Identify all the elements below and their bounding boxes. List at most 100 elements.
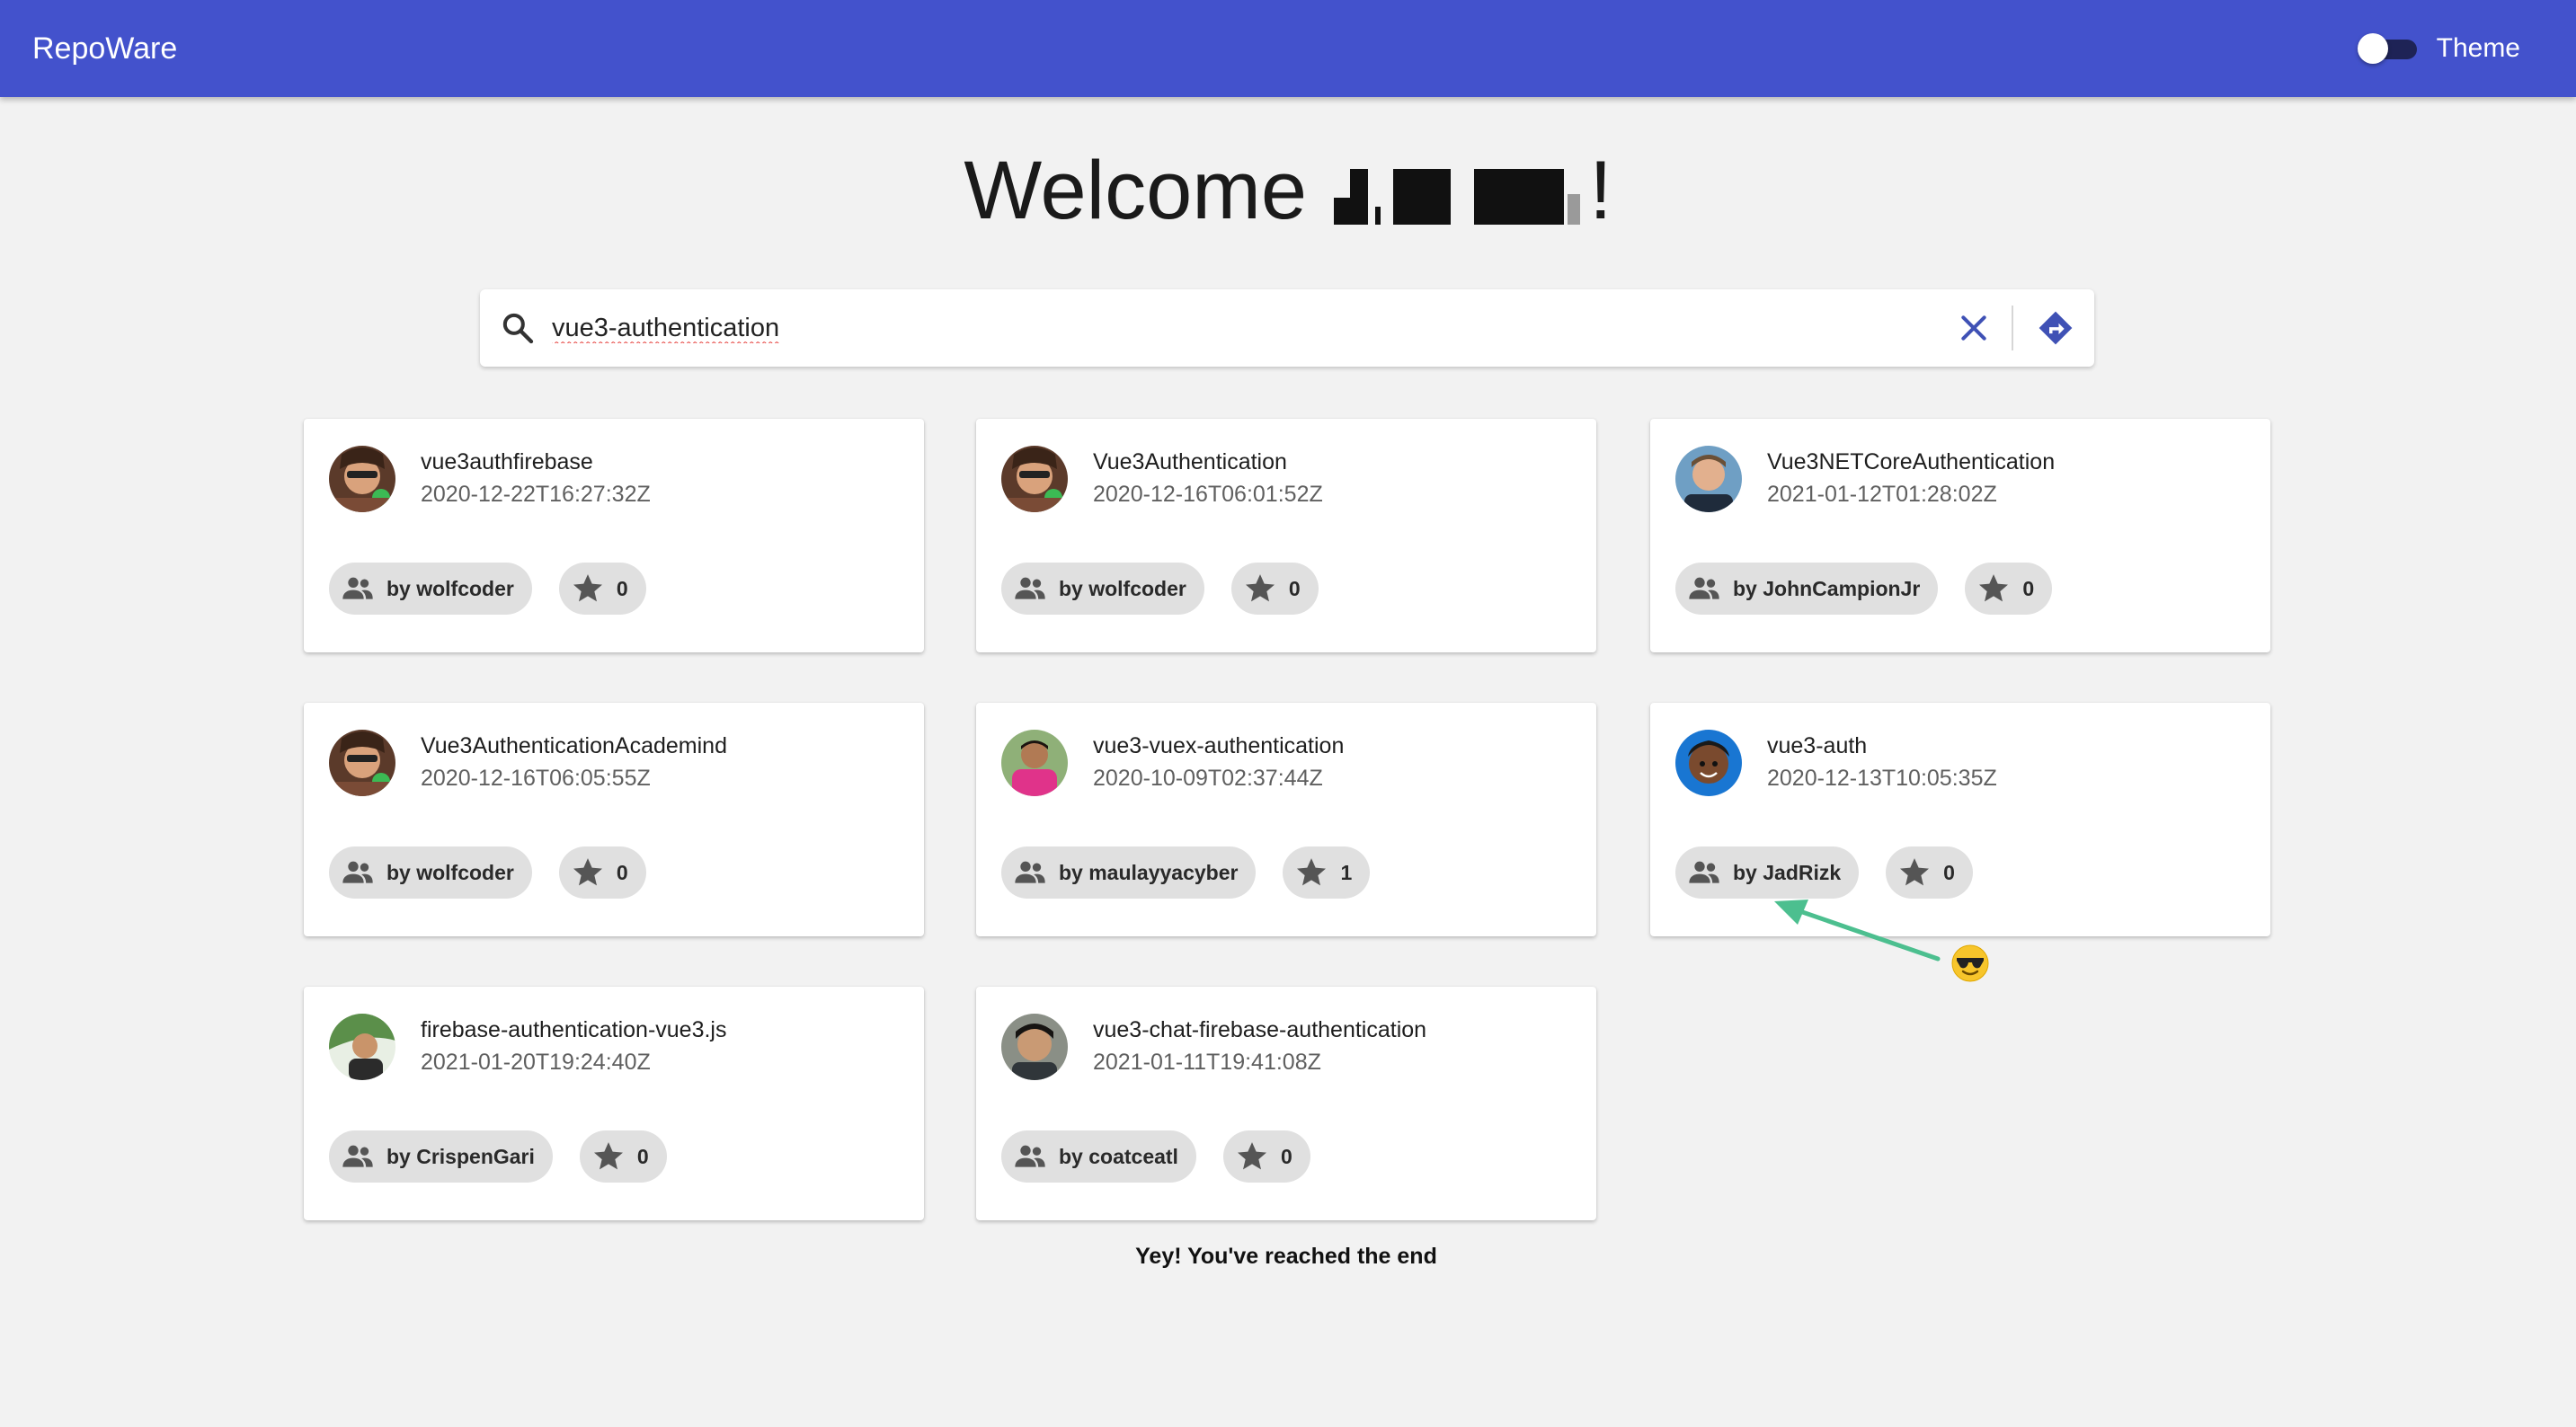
star-icon [573, 858, 602, 886]
repo-chips: by coatceatl 0 [1001, 1130, 1310, 1183]
repo-date: 2020-12-13T10:05:35Z [1767, 766, 1997, 791]
repo-name[interactable]: vue3-vuex-authentication [1093, 733, 1344, 759]
repo-name[interactable]: Vue3NETCoreAuthentication [1767, 449, 2055, 475]
owner-chip[interactable]: by CrispenGari [329, 1130, 553, 1183]
close-icon[interactable] [1956, 310, 1992, 346]
owner-chip[interactable]: by wolfcoder [1001, 563, 1204, 615]
repo-chips: by JadRizk 0 [1675, 846, 1973, 899]
repo-card[interactable]: firebase-authentication-vue3.js 2021-01-2… [304, 987, 924, 1220]
search-bar [480, 289, 2094, 367]
stars-chip[interactable]: 0 [1886, 846, 1973, 899]
repo-name[interactable]: Vue3Authentication [1093, 449, 1287, 475]
welcome-prefix: Welcome [964, 145, 1308, 236]
repo-date: 2021-01-20T19:24:40Z [421, 1050, 651, 1075]
repo-name[interactable]: firebase-authentication-vue3.js [421, 1017, 726, 1043]
app-bar: RepoWare Theme [0, 0, 2576, 97]
end-of-list-text: Yey! You've reached the end [1135, 1244, 1437, 1269]
stars-count: 0 [1280, 1144, 1292, 1168]
people-icon [342, 577, 373, 599]
welcome-heading: Welcome ! [0, 144, 2576, 238]
owner-label: by wolfcoder [1059, 576, 1186, 600]
repo-name[interactable]: vue3-chat-firebase-authentication [1093, 1017, 1426, 1043]
owner-label: by JohnCampionJr [1733, 576, 1921, 600]
owner-label: by coatceatl [1059, 1144, 1178, 1168]
avatar[interactable] [329, 1014, 395, 1080]
owner-chip[interactable]: by JadRizk [1675, 846, 1860, 899]
star-icon [1237, 1142, 1266, 1170]
stars-count: 0 [636, 1144, 649, 1168]
stars-chip[interactable]: 0 [558, 846, 646, 899]
avatar[interactable] [1001, 730, 1068, 796]
owner-chip[interactable]: by wolfcoder [329, 563, 532, 615]
search-divider [2012, 306, 2013, 350]
people-icon [1689, 861, 1719, 883]
star-icon [1979, 574, 2009, 602]
owner-chip[interactable]: by maulayyacyber [1001, 846, 1257, 899]
people-icon [1015, 577, 1045, 599]
owner-label: by JadRizk [1733, 860, 1842, 884]
star-icon [573, 574, 602, 602]
repo-name[interactable]: vue3authfirebase [421, 449, 593, 475]
repo-card[interactable]: Vue3NETCoreAuthentication 2021-01-12T01:2… [1650, 419, 2270, 652]
avatar[interactable] [1675, 446, 1742, 512]
star-icon [1245, 574, 1275, 602]
avatar[interactable] [329, 446, 395, 512]
annotation-arrow-icon [1774, 900, 1941, 962]
stars-count: 0 [2022, 576, 2035, 600]
redacted-username [1334, 168, 1581, 225]
stars-chip[interactable]: 0 [579, 1130, 667, 1183]
repo-card[interactable]: vue3authfirebase 2020-12-22T16:27:32Z by w… [304, 419, 924, 652]
sunglasses-emoji-icon [1951, 944, 1989, 982]
repo-chips: by CrispenGari 0 [329, 1130, 667, 1183]
owner-chip[interactable]: by coatceatl [1001, 1130, 1196, 1183]
stars-chip[interactable]: 0 [558, 563, 646, 615]
owner-label: by CrispenGari [386, 1144, 535, 1168]
stars-count: 1 [1340, 860, 1353, 884]
search-icon [502, 313, 534, 344]
theme-toggle[interactable] [2357, 31, 2417, 66]
people-icon [1015, 1145, 1045, 1167]
people-icon [1015, 861, 1045, 883]
search-input[interactable] [552, 313, 1956, 343]
repo-card[interactable]: vue3-vuex-authentication 2020-10-09T02:37… [976, 703, 1596, 936]
repo-chips: by wolfcoder 0 [1001, 563, 1319, 615]
repo-name[interactable]: vue3-auth [1767, 733, 1867, 759]
repo-card[interactable]: Vue3Authentication 2020-12-16T06:01:52Z by… [976, 419, 1596, 652]
repo-card[interactable]: Vue3AuthenticationAcademind 2020-12-16T06… [304, 703, 924, 936]
star-icon [1900, 858, 1930, 886]
repo-name[interactable]: Vue3AuthenticationAcademind [421, 733, 727, 759]
avatar[interactable] [1675, 730, 1742, 796]
repo-chips: by JohnCampionJr 0 [1675, 563, 2053, 615]
avatar[interactable] [329, 730, 395, 796]
welcome-suffix: ! [1589, 145, 1612, 236]
repo-date: 2020-12-16T06:01:52Z [1093, 482, 1323, 507]
directions-icon[interactable] [2037, 309, 2074, 347]
stars-chip[interactable]: 1 [1283, 846, 1371, 899]
owner-chip[interactable]: by wolfcoder [329, 846, 532, 899]
repo-date: 2020-12-22T16:27:32Z [421, 482, 651, 507]
stars-count: 0 [1288, 576, 1301, 600]
repo-chips: by wolfcoder 0 [329, 563, 646, 615]
stars-count: 0 [616, 860, 628, 884]
avatar[interactable] [1001, 1014, 1068, 1080]
people-icon [1689, 577, 1719, 599]
avatar[interactable] [1001, 446, 1068, 512]
stars-chip[interactable]: 0 [1965, 563, 2053, 615]
repo-chips: by wolfcoder 0 [329, 846, 646, 899]
repo-date: 2020-12-16T06:05:55Z [421, 766, 651, 791]
owner-label: by wolfcoder [386, 576, 514, 600]
star-icon [593, 1142, 623, 1170]
repo-card[interactable]: vue3-auth 2020-12-13T10:05:35Z by JadRizk 0 [1650, 703, 2270, 936]
repo-date: 2021-01-12T01:28:02Z [1767, 482, 1997, 507]
stars-chip[interactable]: 0 [1222, 1130, 1310, 1183]
people-icon [342, 861, 373, 883]
owner-label: by wolfcoder [386, 860, 514, 884]
owner-label: by maulayyacyber [1059, 860, 1239, 884]
stars-chip[interactable]: 0 [1230, 563, 1319, 615]
theme-toggle-thumb[interactable] [2357, 33, 2388, 64]
repo-date: 2021-01-11T19:41:08Z [1093, 1050, 1321, 1075]
repo-card[interactable]: vue3-chat-firebase-authentication 2021-01… [976, 987, 1596, 1220]
owner-chip[interactable]: by JohnCampionJr [1675, 563, 1939, 615]
brand-title[interactable]: RepoWare [32, 31, 177, 66]
star-icon [1297, 858, 1327, 886]
